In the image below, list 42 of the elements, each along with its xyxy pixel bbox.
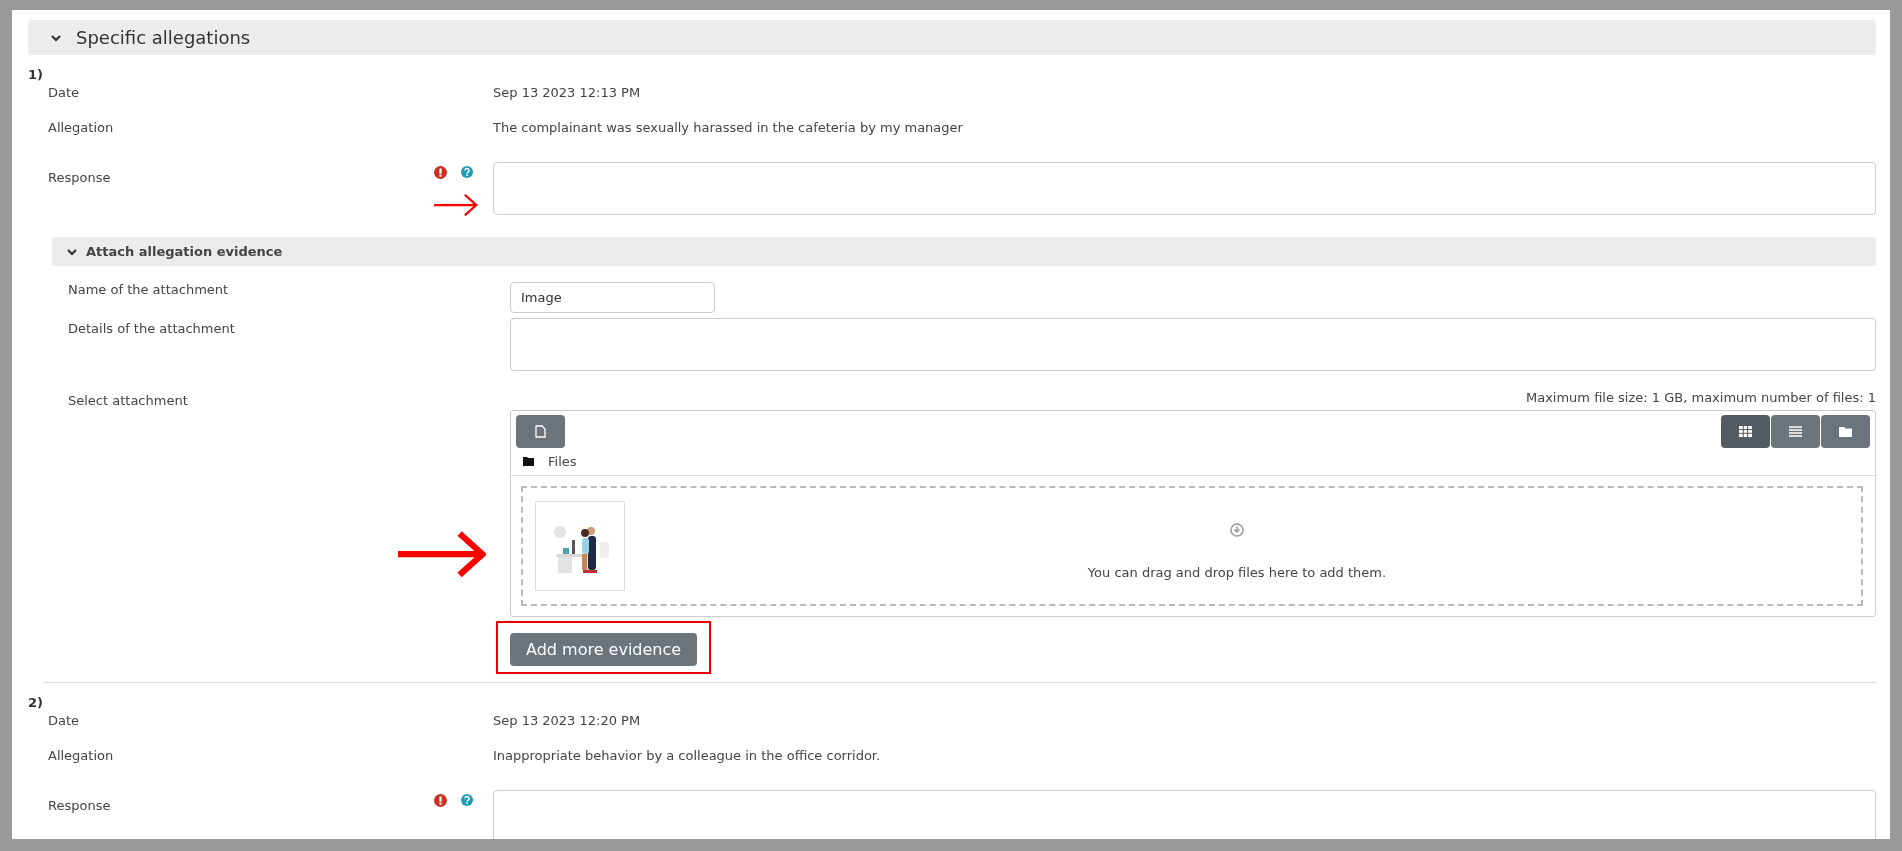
folder-icon: [1839, 426, 1852, 437]
response-field[interactable]: [493, 790, 1876, 839]
drop-hint: You can drag and drop files here to add them.: [1087, 564, 1387, 580]
section-title: Attach allegation evidence: [86, 244, 283, 259]
file-icon: [535, 425, 546, 438]
help-icon[interactable]: [461, 166, 473, 178]
section-header[interactable]: Attach allegation evidence: [52, 237, 1876, 266]
section-title: Specific allegations: [76, 27, 251, 48]
view-button[interactable]: [1771, 415, 1820, 448]
field-label: Name of the attachment: [68, 282, 230, 297]
field-value: The complainant was sexually harassed in the cafeteria by my manager: [493, 120, 963, 135]
details-field[interactable]: [510, 318, 1876, 371]
arrow-icon: [434, 193, 478, 218]
section-header[interactable]: Specific allegations: [28, 20, 1876, 55]
field-label: Details of the attachment: [68, 320, 236, 336]
view-button[interactable]: [1821, 415, 1870, 448]
add-file-button[interactable]: [516, 415, 565, 448]
field-label: Select attachment: [68, 392, 189, 408]
field-value: Sep 13 2023 12:20 PM: [493, 713, 641, 728]
drop-zone[interactable]: You can drag and drop files here to add them.: [521, 486, 1863, 606]
field-label: Allegation: [48, 120, 115, 135]
add-evidence-button[interactable]: Add more evidence: [510, 633, 698, 666]
field-value: Inappropriate behavior by a colleague in the office corridor.: [493, 748, 881, 763]
item-number: 1): [28, 66, 44, 84]
field-label: Allegation: [48, 748, 115, 763]
grid-icon: [1739, 426, 1752, 437]
list-icon: [1789, 426, 1802, 437]
limits-text: Maximum file size: 1 GB, maximum number of files: 1: [1525, 390, 1876, 405]
item-number: 2): [28, 694, 44, 712]
field-value: Sep 13 2023 12:13 PM: [493, 85, 641, 100]
field-label: Response: [48, 169, 112, 185]
response-field[interactable]: [493, 162, 1876, 215]
field-label: Response: [48, 797, 112, 813]
field-label: Date: [48, 713, 81, 728]
view-button[interactable]: [1721, 415, 1770, 448]
name-field[interactable]: Image: [510, 282, 715, 313]
help-icon[interactable]: [461, 794, 473, 806]
folder-label[interactable]: Files: [548, 454, 577, 469]
folder-icon: [523, 457, 534, 466]
field-label: Date: [48, 85, 81, 100]
arrow-icon: [398, 530, 486, 579]
download-icon: [1230, 522, 1244, 537]
